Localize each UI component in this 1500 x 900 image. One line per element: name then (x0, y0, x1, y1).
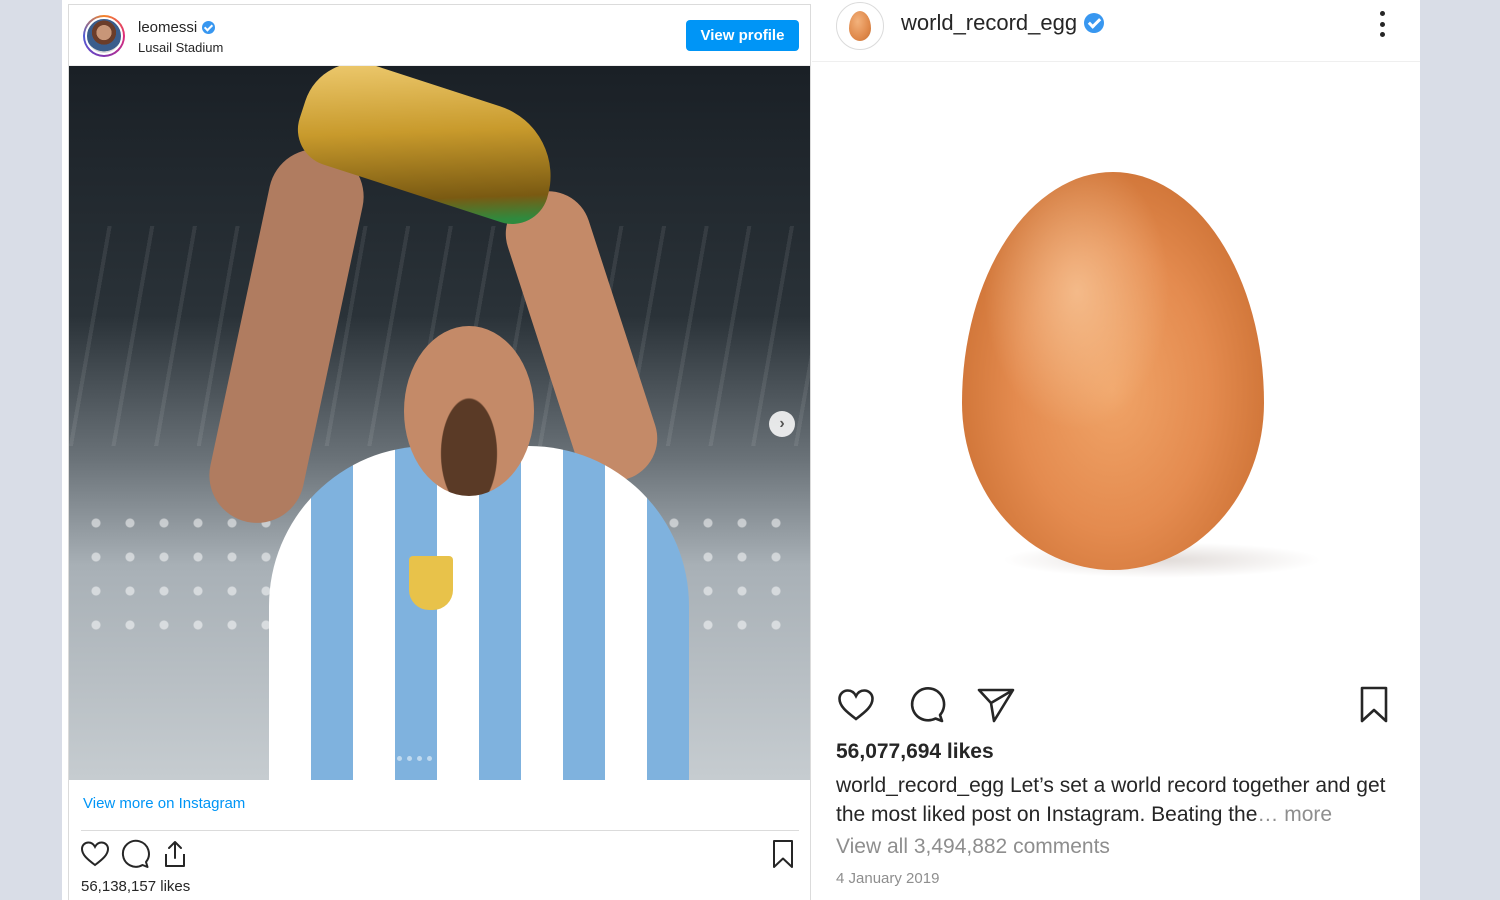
send-icon[interactable] (976, 685, 1016, 725)
carousel-dot (427, 756, 432, 761)
verified-badge-icon (202, 21, 216, 34)
carousel-dot (417, 756, 422, 761)
comment-icon[interactable] (906, 685, 946, 725)
bookmark-icon[interactable] (767, 838, 799, 870)
avatar[interactable] (83, 15, 125, 57)
egg-avatar-image (849, 11, 871, 41)
verified-badge-icon (1084, 13, 1105, 33)
username-row[interactable]: leomessi (138, 19, 216, 36)
photo-jersey (269, 446, 689, 780)
more-options-icon[interactable] (1372, 8, 1392, 40)
carousel-dot (397, 756, 402, 761)
carousel-dot (407, 756, 412, 761)
embedded-post: leomessi Lusail Stadium View profile › V… (68, 4, 811, 900)
view-profile-button[interactable]: View profile (686, 20, 799, 51)
caption-username[interactable]: world_record_egg (836, 774, 1004, 797)
post-header: world_record_egg (812, 0, 1420, 62)
avatar[interactable] (836, 2, 884, 50)
likes-count[interactable]: 56,138,157 likes (81, 878, 190, 895)
caption: world_record_egg Let’s set a world recor… (836, 771, 1396, 829)
carousel-dot (387, 756, 392, 761)
post-photo[interactable]: › (69, 66, 810, 780)
location[interactable]: Lusail Stadium (138, 40, 223, 55)
heart-icon[interactable] (836, 685, 876, 725)
comment-icon[interactable] (119, 838, 151, 870)
username[interactable]: leomessi (138, 19, 197, 36)
photo-head (404, 326, 534, 496)
action-bar (79, 838, 799, 870)
post-date: 4 January 2019 (836, 870, 940, 887)
carousel-dot (437, 756, 442, 761)
app-post: world_record_egg 56,077,694 likes world_… (812, 0, 1420, 900)
photo-crest (409, 556, 453, 610)
carousel-dots (387, 756, 452, 761)
username[interactable]: world_record_egg (901, 10, 1077, 36)
egg-image (962, 172, 1264, 570)
likes-count[interactable]: 56,077,694 likes (836, 740, 994, 764)
post-header: leomessi Lusail Stadium View profile (69, 5, 810, 66)
action-bar (836, 685, 1396, 725)
username-row[interactable]: world_record_egg (901, 10, 1105, 36)
bookmark-icon[interactable] (1354, 685, 1394, 725)
post-photo[interactable] (812, 62, 1420, 672)
next-slide-button[interactable]: › (769, 411, 795, 437)
view-more-link[interactable]: View more on Instagram (83, 795, 245, 812)
share-icon[interactable] (159, 838, 191, 870)
carousel-dot (447, 756, 452, 761)
divider (81, 830, 799, 831)
view-comments-link[interactable]: View all 3,494,882 comments (836, 835, 1110, 859)
caption-more-link[interactable]: … more (1257, 803, 1332, 826)
heart-icon[interactable] (79, 838, 111, 870)
